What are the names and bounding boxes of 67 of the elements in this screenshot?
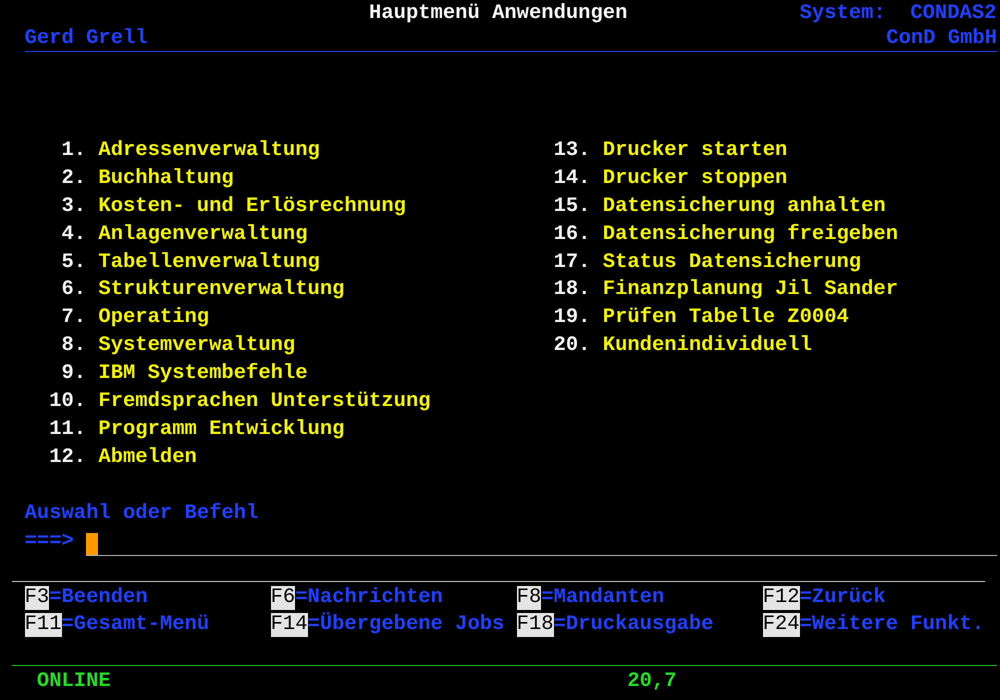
function-key[interactable]: F14 xyxy=(270,613,308,638)
option-number: 1. xyxy=(60,138,86,164)
function-key-action: =Druckausgabe xyxy=(554,613,714,638)
option-label: IBM Systembefehle xyxy=(98,361,308,388)
function-key[interactable]: F12 xyxy=(762,586,800,610)
user-name: Gerd Grell xyxy=(24,27,148,51)
option-number: 15. xyxy=(554,194,590,220)
company-name: ConD GmbH xyxy=(886,27,997,51)
option-label: Abmelden xyxy=(98,444,197,471)
option-label: Fremdsprachen Unterstützung xyxy=(98,389,431,416)
option-label: Status Datensicherung xyxy=(602,250,862,276)
function-key-action: =Weitere Funkt. xyxy=(800,613,984,638)
option-number: 9. xyxy=(60,361,86,388)
option-label: Kundenindividuell xyxy=(602,333,812,360)
option-number: 18. xyxy=(554,277,590,304)
function-key[interactable]: F6 xyxy=(270,586,296,610)
option-number: 16. xyxy=(554,222,590,248)
option-label: Finanzplanung Jil Sander xyxy=(602,277,898,304)
status-mode: ONLINE xyxy=(36,669,111,696)
command-input[interactable] xyxy=(86,530,997,556)
option-label: Datensicherung freigeben xyxy=(602,222,898,248)
option-number: 14. xyxy=(554,166,590,192)
option-number: 8. xyxy=(60,333,86,360)
function-key[interactable]: F3 xyxy=(24,586,50,610)
function-key-action: =Gesamt-Menü xyxy=(62,613,210,638)
option-number: 20. xyxy=(554,333,590,360)
option-number: 6. xyxy=(60,277,86,304)
option-label: Adressenverwaltung xyxy=(98,138,320,164)
option-number: 17. xyxy=(554,250,590,276)
option-label: Datensicherung anhalten xyxy=(602,194,886,220)
option-number: 12. xyxy=(49,444,86,471)
function-key[interactable]: F24 xyxy=(762,613,800,638)
option-label: Operating xyxy=(98,305,210,332)
text-cursor-icon xyxy=(86,532,98,555)
option-label: Drucker stoppen xyxy=(602,166,788,192)
option-number: 13. xyxy=(554,138,590,164)
option-label: Strukturenverwaltung xyxy=(98,277,344,304)
option-label: Kosten- und Erlösrechnung xyxy=(98,194,406,220)
function-key-action: =Übergebene Jobs xyxy=(308,613,504,638)
command-prompt: ===> xyxy=(24,528,74,555)
system-name: CONDAS2 xyxy=(910,1,996,27)
option-number: 11. xyxy=(49,416,86,443)
option-number: 3. xyxy=(60,194,86,220)
option-number: 10. xyxy=(49,389,86,416)
function-key[interactable]: F8 xyxy=(516,586,542,610)
function-key[interactable]: F11 xyxy=(24,613,62,638)
option-label: Anlagenverwaltung xyxy=(98,222,308,248)
option-label: Systemverwaltung xyxy=(98,333,296,360)
option-label: Tabellenverwaltung xyxy=(98,250,320,276)
option-label: Drucker starten xyxy=(602,138,788,164)
option-number: 4. xyxy=(60,222,86,248)
option-label: Buchhaltung xyxy=(98,166,234,192)
screen-title: Hauptmenü Anwendungen xyxy=(369,1,628,27)
function-key-action: =Zurück xyxy=(800,586,886,610)
option-number: 5. xyxy=(60,250,86,276)
command-label: Auswahl oder Befehl xyxy=(24,502,258,525)
function-key[interactable]: F18 xyxy=(516,613,554,638)
function-key-action: =Nachrichten xyxy=(295,586,443,610)
option-number: 7. xyxy=(60,305,86,332)
option-number: 2. xyxy=(60,166,86,192)
cursor-position: 20,7 xyxy=(627,669,677,696)
option-label: Programm Entwicklung xyxy=(98,416,344,443)
function-key-action: =Beenden xyxy=(49,586,148,610)
function-key-action: =Mandanten xyxy=(541,586,664,610)
system-label: System: xyxy=(800,1,886,27)
option-label: Prüfen Tabelle Z0004 xyxy=(602,305,849,332)
option-number: 19. xyxy=(554,305,590,332)
